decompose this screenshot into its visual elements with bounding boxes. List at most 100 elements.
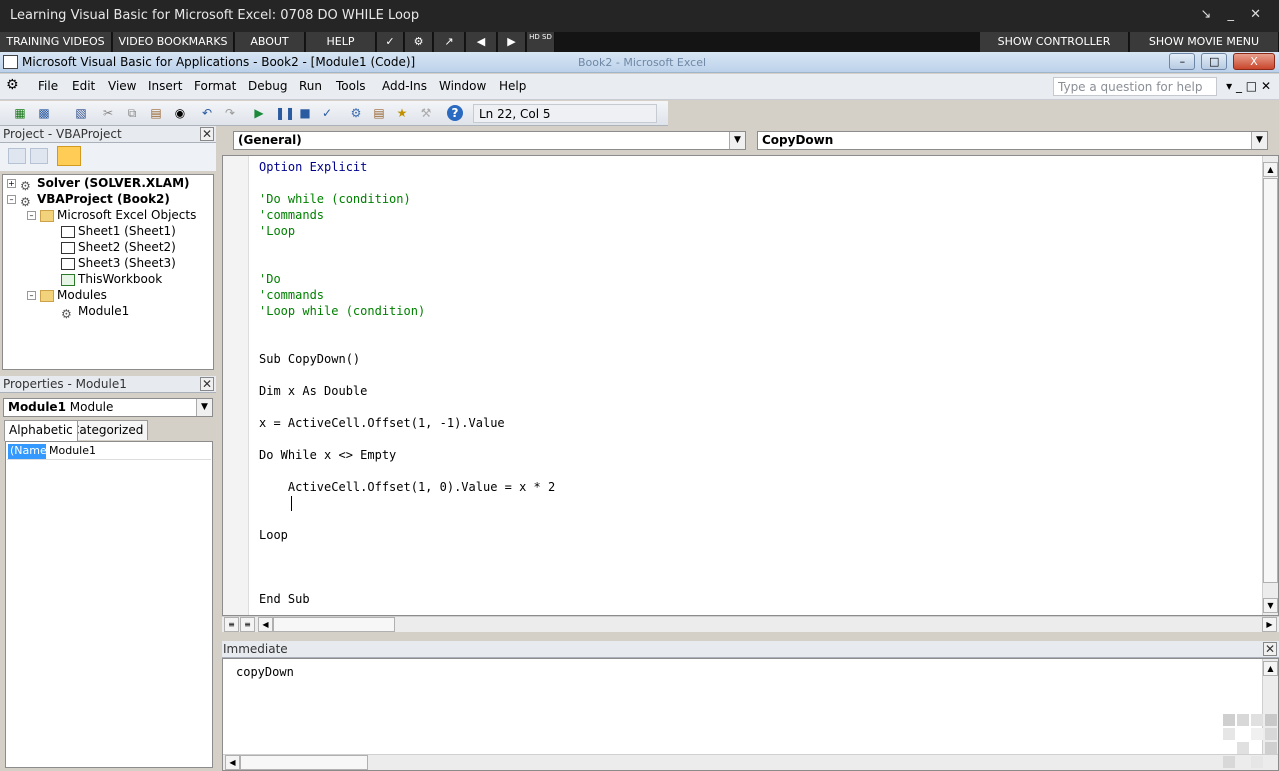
help-button[interactable]: HELP xyxy=(306,32,376,52)
code-line[interactable]: x = ActiveCell.Offset(1, -1).Value xyxy=(259,415,505,431)
property-value[interactable]: Module1 xyxy=(49,444,96,457)
code-line[interactable]: Do While x <> Empty xyxy=(259,447,396,463)
code-line[interactable]: 'commands xyxy=(259,287,324,303)
tree-item-solver[interactable]: + ⚙ Solver (SOLVER.XLAM) xyxy=(7,175,190,193)
hscroll-thumb[interactable] xyxy=(240,755,368,770)
tree-item-sheet1[interactable]: Sheet1 (Sheet1) xyxy=(61,223,176,239)
menu-window[interactable]: Window xyxy=(439,79,486,93)
hscroll-thumb[interactable] xyxy=(273,617,395,632)
help-search-input[interactable]: Type a question for help xyxy=(1053,77,1217,96)
show-controller-button[interactable]: SHOW CONTROLLER xyxy=(980,32,1129,52)
player-window-controls[interactable]: ↘ _ ✕ xyxy=(1200,7,1267,22)
scroll-left-icon[interactable]: ◀ xyxy=(258,617,273,632)
settings-icon[interactable]: ⚙ xyxy=(405,32,433,52)
code-line[interactable]: Sub CopyDown() xyxy=(259,351,360,367)
collapse-icon[interactable]: – xyxy=(27,291,36,300)
menu-help[interactable]: Help xyxy=(499,79,526,93)
run-icon[interactable]: ▶ xyxy=(251,105,267,121)
close-button[interactable]: X xyxy=(1233,53,1275,70)
code-line[interactable]: Option Explicit xyxy=(259,159,367,175)
immediate-horizontal-scrollbar[interactable]: ◀ xyxy=(223,754,1278,770)
tab-alphabetic[interactable]: Alphabetic xyxy=(4,420,78,441)
about-button[interactable]: ABOUT xyxy=(235,32,305,52)
mdi-window-controls[interactable]: ▾ _ □ ✕ xyxy=(1226,79,1271,93)
code-editor[interactable]: Option Explicit 'Do while (condition) 'c… xyxy=(222,155,1279,616)
procedure-view-icon[interactable]: ≡ xyxy=(224,617,239,632)
reset-icon[interactable]: ■ xyxy=(297,105,313,121)
cut-icon[interactable]: ✂ xyxy=(100,105,116,121)
check-icon[interactable]: ✓ xyxy=(377,32,404,52)
code-line[interactable]: ActiveCell.Offset(1, 0).Value = x * 2 xyxy=(259,479,555,495)
tree-item-excel-objects[interactable]: – Microsoft Excel Objects xyxy=(27,207,196,223)
menu-view[interactable]: View xyxy=(108,79,136,93)
training-videos-button[interactable]: TRAINING VIDEOS xyxy=(0,32,112,52)
code-vertical-scrollbar[interactable]: ▲ ▼ xyxy=(1262,156,1278,615)
expand-icon[interactable]: + xyxy=(7,179,16,188)
collapse-icon[interactable]: – xyxy=(27,211,36,220)
object-browser-icon[interactable]: ★ xyxy=(394,105,410,121)
scroll-thumb[interactable] xyxy=(1263,178,1278,583)
popout-icon[interactable]: ↗ xyxy=(434,32,465,52)
project-explorer-icon[interactable]: ⚙ xyxy=(348,105,364,121)
menu-format[interactable]: Format xyxy=(194,79,236,93)
view-object-button[interactable] xyxy=(30,148,48,164)
tree-item-module1[interactable]: ⚙ Module1 xyxy=(61,303,129,321)
paste-icon[interactable]: ▤ xyxy=(148,105,164,121)
tree-item-thisworkbook[interactable]: ThisWorkbook xyxy=(61,271,162,287)
toggle-folders-button[interactable] xyxy=(57,146,81,166)
object-select[interactable]: Module1 Module ▼ xyxy=(3,398,213,417)
code-line[interactable]: End Sub xyxy=(259,591,310,607)
tree-item-modules[interactable]: – Modules xyxy=(27,287,107,303)
chevron-down-icon[interactable]: ▼ xyxy=(729,132,745,149)
view-code-button[interactable] xyxy=(8,148,26,164)
scroll-right-icon[interactable]: ▶ xyxy=(1262,617,1277,632)
menu-debug[interactable]: Debug xyxy=(248,79,287,93)
prev-icon[interactable]: ◀ xyxy=(466,32,497,52)
menu-tools[interactable]: Tools xyxy=(336,79,366,93)
show-movie-menu-button[interactable]: SHOW MOVIE MENU xyxy=(1130,32,1279,52)
menu-file[interactable]: File xyxy=(38,79,58,93)
scroll-up-icon[interactable]: ▲ xyxy=(1263,162,1278,177)
collapse-icon[interactable]: – xyxy=(7,195,16,204)
code-line[interactable]: 'commands xyxy=(259,207,324,223)
hd-sd-toggle[interactable]: HD SD xyxy=(527,32,555,52)
menu-insert[interactable]: Insert xyxy=(148,79,182,93)
code-line[interactable]: 'Loop xyxy=(259,223,295,239)
break-icon[interactable]: ❚❚ xyxy=(275,105,295,121)
menu-run[interactable]: Run xyxy=(299,79,322,93)
full-module-view-icon[interactable]: ≡ xyxy=(240,617,255,632)
undo-icon[interactable]: ↶ xyxy=(199,105,215,121)
tree-item-vbaproject[interactable]: – ⚙ VBAProject (Book2) xyxy=(7,191,170,209)
properties-pane-close-icon[interactable]: ✕ xyxy=(200,377,214,391)
code-line[interactable]: Dim x As Double xyxy=(259,383,367,399)
find-icon[interactable]: ◉ xyxy=(172,105,188,121)
scroll-up-icon[interactable]: ▲ xyxy=(1263,661,1278,676)
copy-icon[interactable]: ⧉ xyxy=(124,105,140,121)
properties-window-icon[interactable]: ▤ xyxy=(371,105,387,121)
immediate-content[interactable]: copyDown xyxy=(236,665,294,679)
redo-icon[interactable]: ↷ xyxy=(222,105,238,121)
code-line[interactable]: 'Do while (condition) xyxy=(259,191,411,207)
toolbox-icon[interactable]: ⚒ xyxy=(418,105,434,121)
menu-edit[interactable]: Edit xyxy=(72,79,95,93)
tree-item-sheet3[interactable]: Sheet3 (Sheet3) xyxy=(61,255,176,271)
save-icon[interactable]: ▧ xyxy=(73,105,89,121)
video-bookmarks-button[interactable]: VIDEO BOOKMARKS xyxy=(113,32,234,52)
minimize-button[interactable]: – xyxy=(1169,53,1196,70)
immediate-text-area[interactable]: copyDown ▲ ◀ xyxy=(222,658,1279,771)
chevron-down-icon[interactable]: ▼ xyxy=(196,399,212,416)
immediate-close-icon[interactable]: ✕ xyxy=(1263,642,1277,656)
scroll-left-icon[interactable]: ◀ xyxy=(225,755,240,770)
code-horizontal-scrollbar[interactable]: ≡ ≡ ◀ ▶ xyxy=(222,616,1279,632)
menu-add-ins[interactable]: Add-Ins xyxy=(382,79,427,93)
view-excel-icon[interactable]: ▦ xyxy=(12,105,28,121)
design-mode-icon[interactable]: ✓ xyxy=(319,105,335,121)
insert-module-icon[interactable]: ▩ xyxy=(36,105,52,121)
property-row[interactable]: (Name) Module1 xyxy=(7,444,211,460)
code-line[interactable]: 'Loop while (condition) xyxy=(259,303,425,319)
restore-button[interactable]: □ xyxy=(1201,53,1228,70)
tab-categorized[interactable]: Categorized xyxy=(66,420,149,440)
margin-indicator-bar[interactable] xyxy=(223,156,249,615)
help-icon[interactable]: ? xyxy=(447,105,463,121)
code-line[interactable]: Loop xyxy=(259,527,288,543)
